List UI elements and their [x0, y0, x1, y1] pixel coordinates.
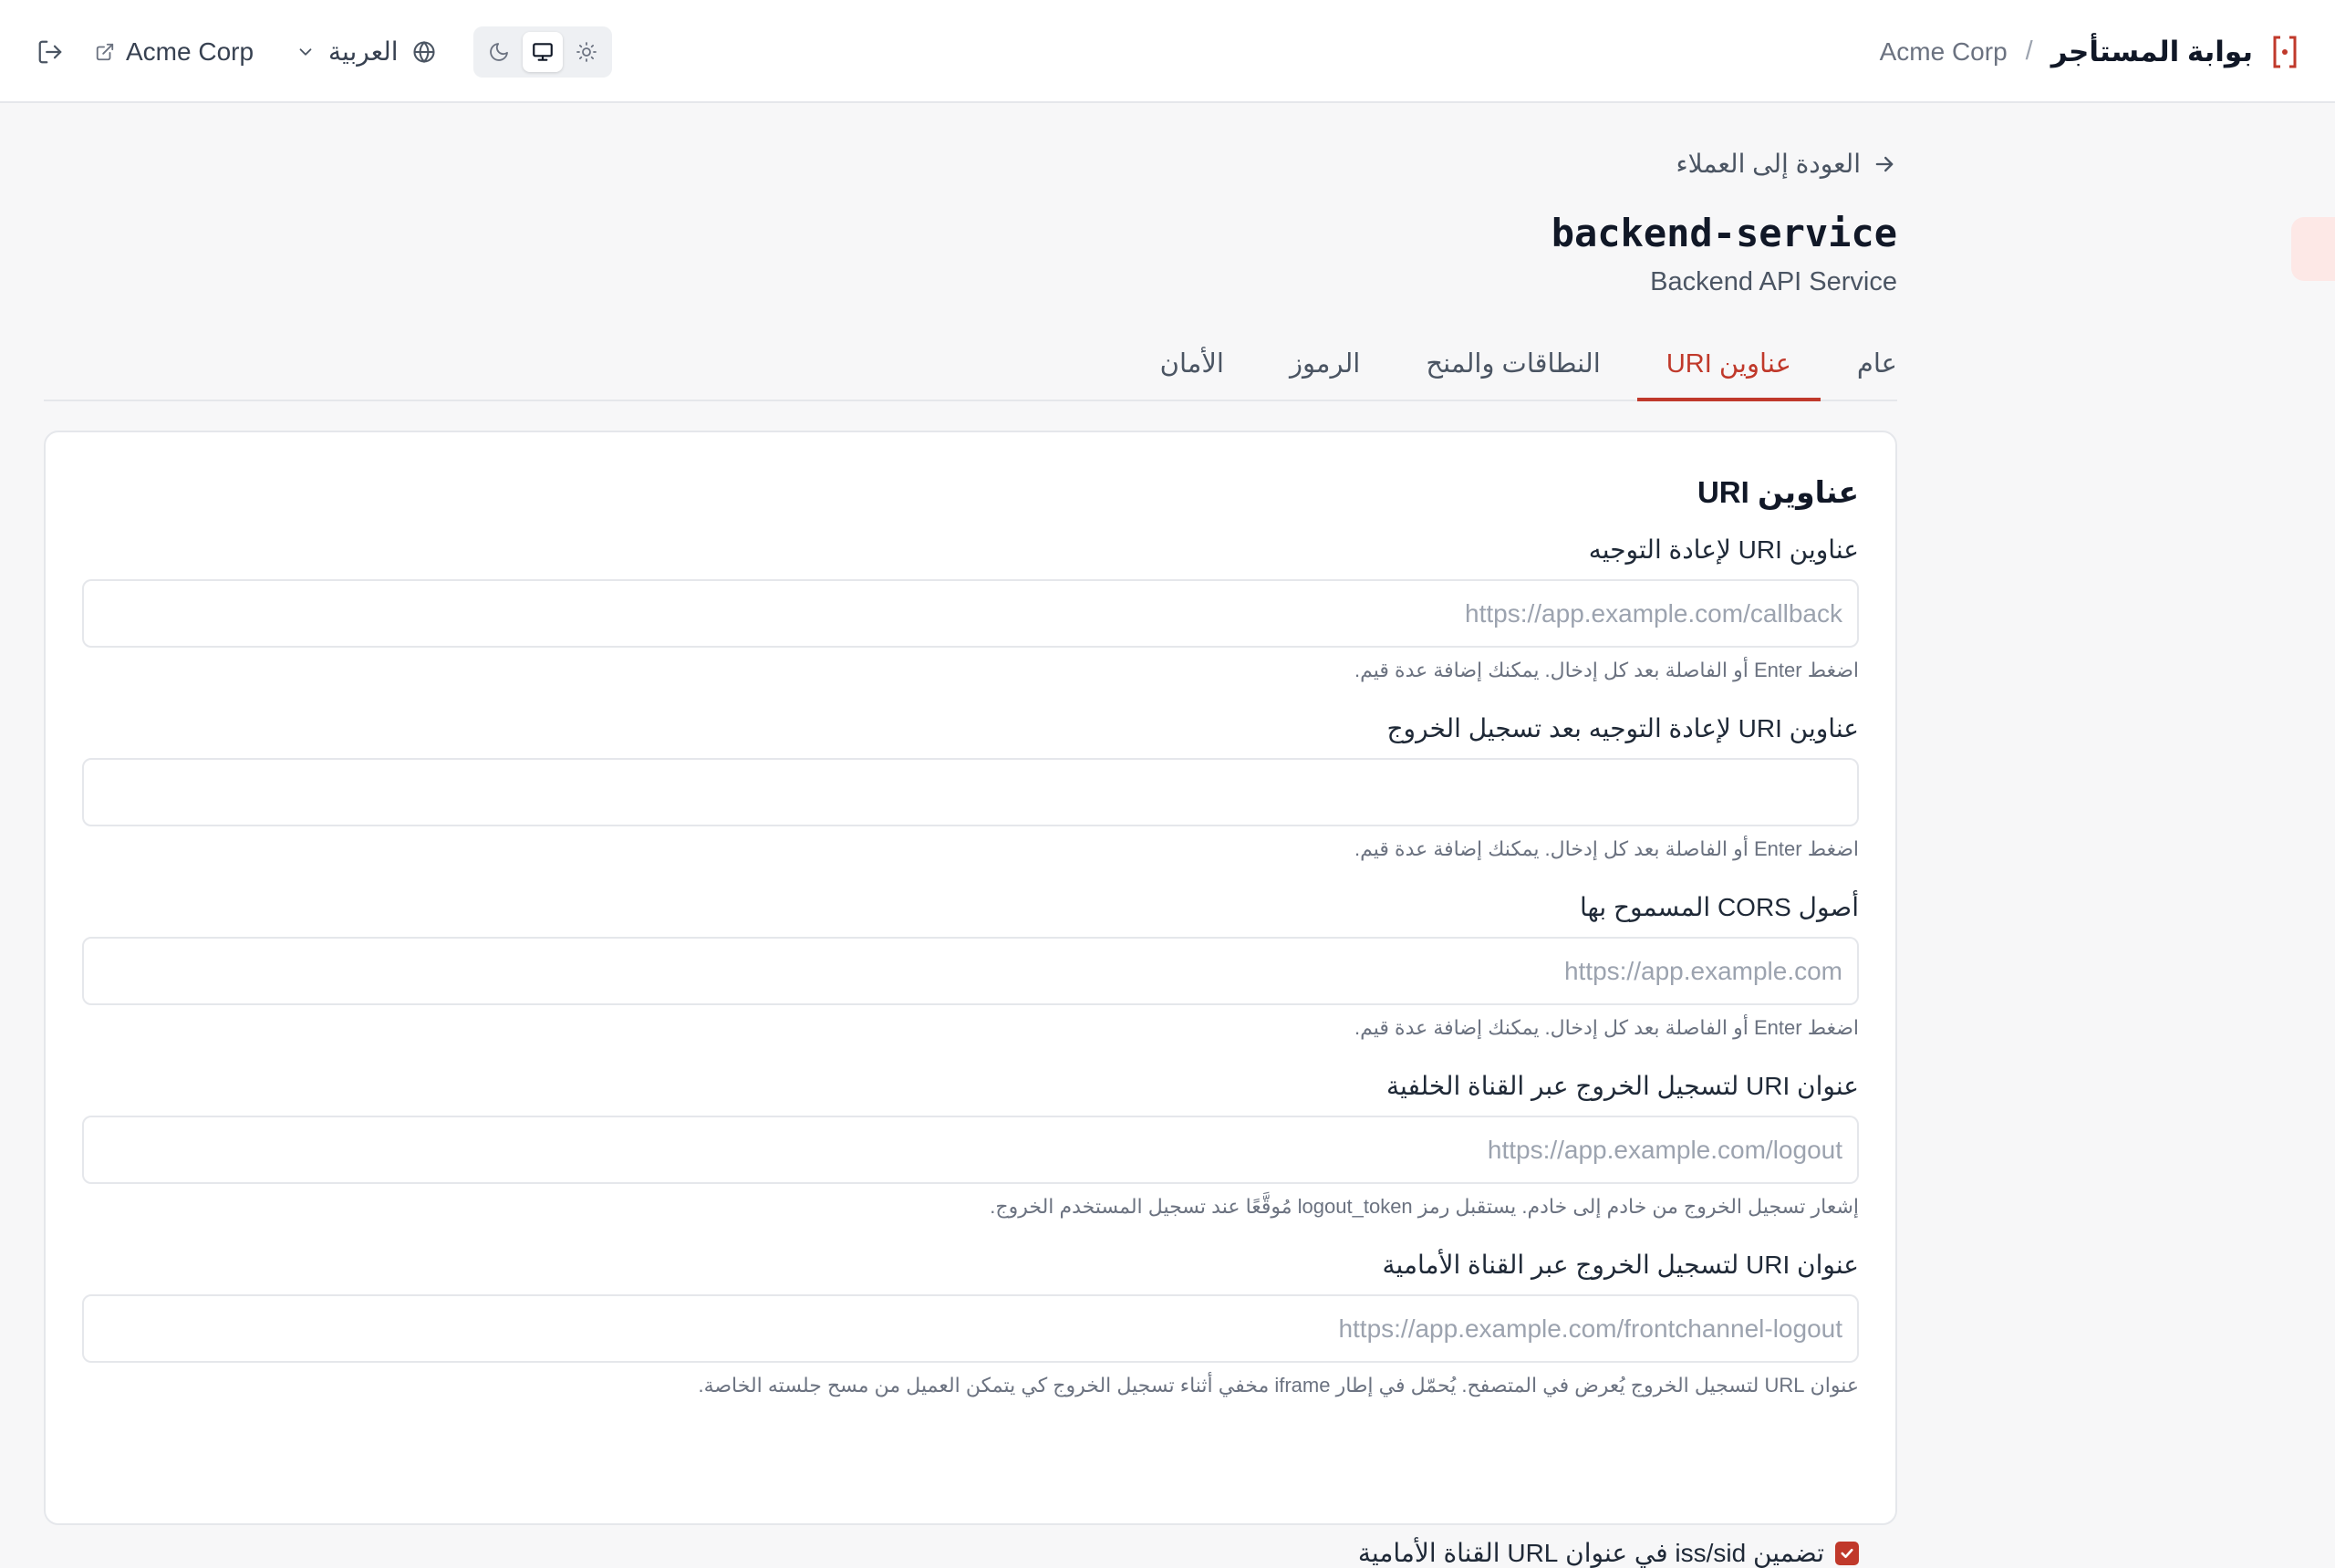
back-link-label: العودة إلى العملاء — [1676, 150, 1861, 178]
card-title: عناوين URI — [1697, 475, 1859, 509]
side-drawer-handle[interactable] — [2291, 217, 2335, 281]
theme-light-button[interactable] — [566, 32, 607, 72]
post-logout-redirect-uris-input[interactable] — [82, 758, 1859, 826]
back-to-clients-link[interactable]: العودة إلى العملاء — [1676, 149, 1897, 179]
tenant-name: Acme Corp — [1879, 36, 2008, 66]
language-label: العربية — [328, 37, 399, 66]
logout-icon[interactable] — [36, 38, 64, 66]
theme-system-button[interactable] — [522, 31, 563, 72]
redirect-uris-field: عناوين URI لإعادة التوجيه اضغط Enter أو … — [82, 535, 1859, 682]
globe-icon — [413, 40, 435, 63]
field-label: أصول CORS المسموح بها — [1579, 893, 1859, 921]
field-help: اضغط Enter أو الفاصلة بعد كل إدخال. يمكن… — [1354, 659, 1859, 681]
app-title: بوابة المستأجر — [2050, 35, 2253, 67]
tab-bar: عام عناوين URI النطاقات والمنح الرموز ال… — [44, 331, 1897, 401]
include-iss-sid-checkbox[interactable] — [1835, 1541, 1859, 1565]
tenant-external-link[interactable]: Acme Corp — [95, 37, 254, 67]
cors-origins-input[interactable] — [82, 937, 1859, 1005]
chevron-down-icon — [299, 47, 312, 56]
post-logout-redirect-uris-field: عناوين URI لإعادة التوجيه بعد تسجيل الخر… — [82, 713, 1859, 861]
moon-icon — [489, 42, 508, 61]
theme-switch — [472, 26, 612, 78]
tab-uris[interactable]: عناوين URI — [1636, 331, 1821, 401]
backchannel-logout-field: عنوان URI لتسجيل الخروج عبر القناة الخلف… — [82, 1071, 1859, 1219]
sun-icon — [576, 41, 597, 62]
arrow-right-icon — [1875, 156, 1894, 171]
page-subtitle: Backend API Service — [1650, 267, 1897, 296]
uris-card: عناوين URI عناوين URI لإعادة التوجيه اضغ… — [44, 431, 1897, 1567]
cors-origins-field: أصول CORS المسموح بها اضغط Enter أو الفا… — [82, 892, 1859, 1040]
check-icon — [1841, 1548, 1853, 1558]
main-content: العودة إلى العملاء backend-service Backe… — [44, 103, 1897, 1567]
header-toolbar: Acme Corp العربية — [36, 0, 612, 103]
field-help: إشعار تسجيل الخروج من خادم إلى خادم. يست… — [990, 1195, 1859, 1218]
tab-security[interactable]: الأمان — [1131, 331, 1253, 401]
include-iss-sid-option[interactable]: تضمين iss/sid في عنوان URL القناة الأمام… — [1358, 1538, 1859, 1568]
tab-scopes-grants[interactable]: النطاقات والمنح — [1396, 331, 1629, 401]
field-help: عنوان URL لتسجيل الخروج يُعرض في المتصفح… — [698, 1374, 1859, 1397]
field-label: عناوين URI لإعادة التوجيه بعد تسجيل الخر… — [1386, 714, 1859, 742]
external-link-icon — [96, 43, 114, 60]
tenant-link-label: Acme Corp — [126, 36, 254, 66]
field-label: عناوين URI لإعادة التوجيه — [1588, 535, 1859, 564]
top-bar: بوابة المستأجر / Acme Corp Acme Corp الع… — [0, 0, 2335, 103]
brand: بوابة المستأجر / Acme Corp — [1880, 0, 2299, 103]
tab-tokens[interactable]: الرموز — [1261, 331, 1389, 401]
field-help: اضغط Enter أو الفاصلة بعد كل إدخال. يمكن… — [1354, 837, 1859, 860]
field-label: عنوان URI لتسجيل الخروج عبر القناة الخلف… — [1385, 1072, 1859, 1100]
field-help: اضغط Enter أو الفاصلة بعد كل إدخال. يمكن… — [1354, 1016, 1859, 1039]
language-select[interactable]: العربية — [296, 36, 437, 67]
frontchannel-logout-field: عنوان URI لتسجيل الخروج عبر القناة الأما… — [82, 1250, 1859, 1397]
redirect-uris-input[interactable] — [82, 579, 1859, 648]
backchannel-logout-input[interactable] — [82, 1116, 1859, 1184]
monitor-icon — [532, 42, 553, 61]
breadcrumb-separator: / — [2025, 36, 2033, 66]
theme-dark-button[interactable] — [479, 32, 519, 72]
frontchannel-logout-input[interactable] — [82, 1294, 1859, 1363]
app-logo-icon — [2273, 36, 2297, 67]
tab-general[interactable]: عام — [1828, 331, 1897, 401]
include-iss-sid-label: تضمين iss/sid في عنوان URL القناة الأمام… — [1357, 1539, 1824, 1567]
field-label: عنوان URI لتسجيل الخروج عبر القناة الأما… — [1382, 1251, 1859, 1279]
page-title: backend-service — [1551, 211, 1897, 255]
